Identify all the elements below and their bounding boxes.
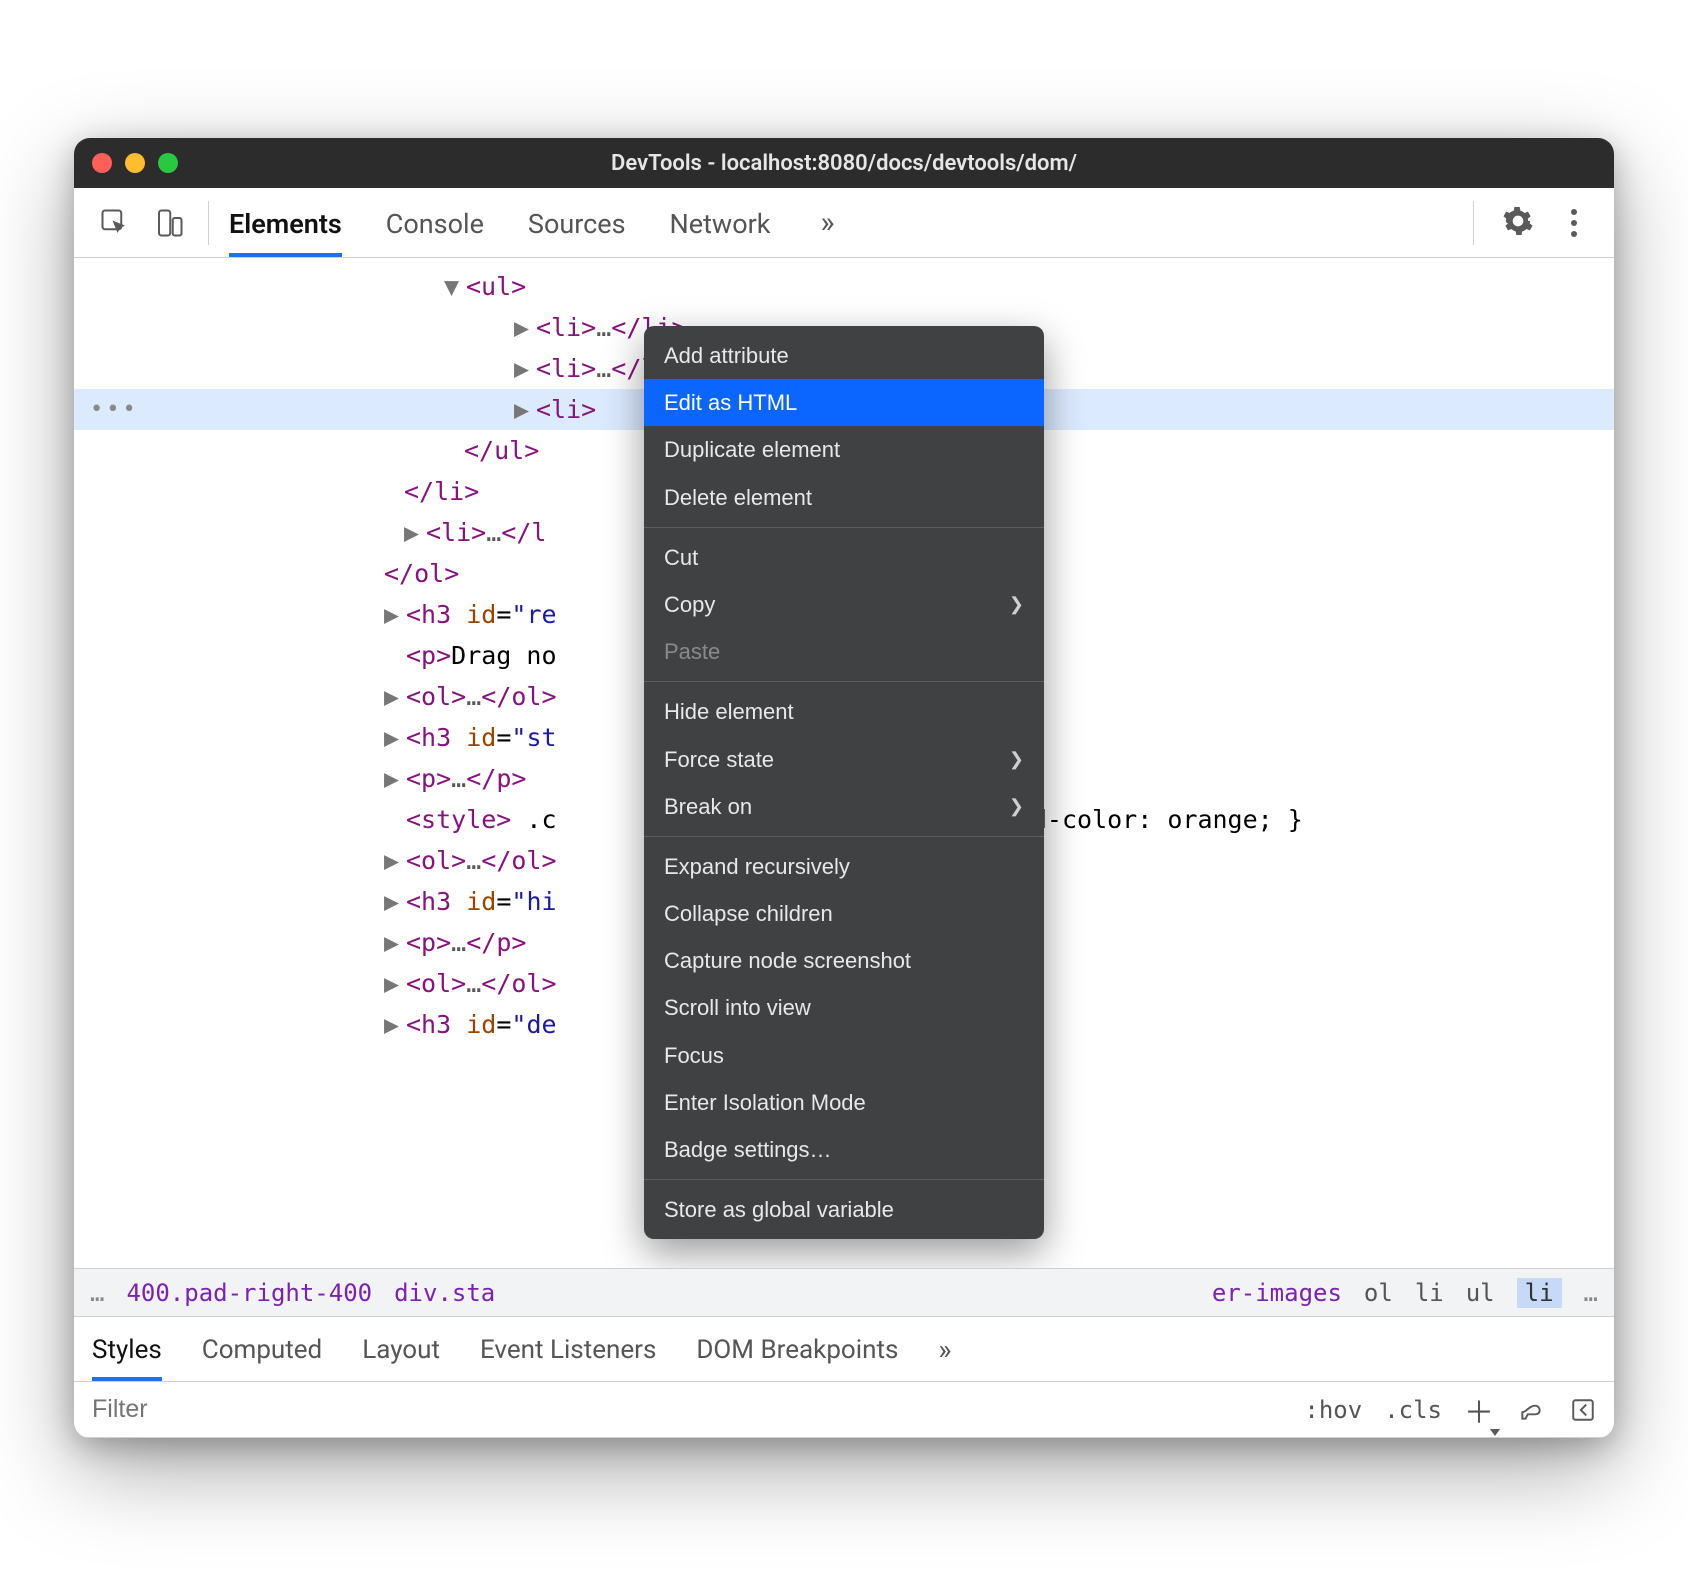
styles-filter-actions: :hov .cls ＋	[1288, 1388, 1614, 1432]
chevron-right-icon: ❯	[1009, 590, 1024, 619]
context-menu-item: Paste	[644, 628, 1044, 675]
breadcrumb-item[interactable]: div.sta	[394, 1279, 495, 1307]
context-menu-separator	[644, 527, 1044, 528]
minimize-window-button[interactable]	[125, 153, 145, 173]
tab-computed[interactable]: Computed	[202, 1318, 322, 1381]
context-menu-item[interactable]: Break on ❯	[644, 783, 1044, 830]
breadcrumb[interactable]: … 400.pad-right-400 div.sta er-images ol…	[74, 1268, 1614, 1316]
context-menu-label: Collapse children	[664, 896, 833, 931]
tree-row[interactable]: ▼<ul>	[74, 266, 1614, 307]
main-toolbar: Elements Console Sources Network »	[74, 188, 1614, 258]
context-menu-item[interactable]: Copy ❯	[644, 581, 1044, 628]
maximize-window-button[interactable]	[158, 153, 178, 173]
breadcrumb-overflow-right[interactable]: …	[1584, 1279, 1598, 1307]
context-menu-label: Force state	[664, 742, 774, 777]
breadcrumb-item[interactable]: li	[1415, 1279, 1444, 1307]
breadcrumb-overflow-left[interactable]: …	[90, 1279, 104, 1307]
styles-filter-input[interactable]	[74, 1395, 1288, 1424]
context-menu-label: Store as global variable	[664, 1192, 894, 1227]
breadcrumb-item[interactable]: ul	[1466, 1279, 1495, 1307]
context-menu-label: Expand recursively	[664, 849, 850, 884]
device-toolbar-icon[interactable]	[154, 208, 184, 238]
context-menu-item[interactable]: Cut	[644, 534, 1044, 581]
context-menu-label: Badge settings…	[664, 1132, 832, 1167]
tab-event-listeners[interactable]: Event Listeners	[480, 1318, 656, 1381]
tab-layout[interactable]: Layout	[362, 1318, 440, 1381]
context-menu-item[interactable]: Enter Isolation Mode	[644, 1079, 1044, 1126]
tab-console[interactable]: Console	[386, 190, 484, 257]
context-menu-item[interactable]: Add attribute	[644, 332, 1044, 379]
context-menu-item[interactable]: Scroll into view	[644, 984, 1044, 1031]
styles-panel-tabs: Styles Computed Layout Event Listeners D…	[74, 1316, 1614, 1382]
dom-tree[interactable]: ▼<ul> ▶<li>…</li> ▶<li>…</li> •••▶<li> <…	[74, 258, 1614, 1268]
chevron-right-icon: ❯	[1009, 792, 1024, 821]
paint-brush-icon[interactable]	[1516, 1395, 1546, 1425]
toolbar-separator-right	[1473, 201, 1474, 245]
context-menu-label: Add attribute	[664, 338, 789, 373]
tab-styles[interactable]: Styles	[92, 1318, 162, 1381]
context-menu-label: Break on	[664, 789, 752, 824]
context-menu-label: Scroll into view	[664, 990, 811, 1025]
context-menu-label: Hide element	[664, 694, 794, 729]
context-menu-item[interactable]: Delete element	[644, 474, 1044, 521]
context-menu-label: Duplicate element	[664, 432, 840, 467]
new-style-rule-icon[interactable]: ＋	[1464, 1388, 1494, 1432]
styles-filter-row: :hov .cls ＋	[74, 1382, 1614, 1438]
more-options-icon[interactable]	[1558, 207, 1590, 239]
selected-row-gutter: •••	[90, 392, 139, 427]
tab-dom-breakpoints[interactable]: DOM Breakpoints	[696, 1318, 898, 1381]
context-menu-item[interactable]: Force state ❯	[644, 736, 1044, 783]
context-menu-item[interactable]: Edit as HTML	[644, 379, 1044, 426]
context-menu-label: Edit as HTML	[664, 385, 797, 420]
cls-toggle[interactable]: .cls	[1384, 1396, 1442, 1424]
window-controls	[92, 153, 178, 173]
context-menu-label: Enter Isolation Mode	[664, 1085, 866, 1120]
context-menu-item[interactable]: Store as global variable	[644, 1186, 1044, 1233]
context-menu-item[interactable]: Badge settings…	[644, 1126, 1044, 1173]
context-menu-separator	[644, 836, 1044, 837]
context-menu-item[interactable]: Hide element	[644, 688, 1044, 735]
tab-sources[interactable]: Sources	[528, 190, 626, 257]
breadcrumb-item-selected[interactable]: li	[1517, 1278, 1562, 1308]
window-title: DevTools - localhost:8080/docs/devtools/…	[74, 151, 1614, 176]
context-menu-separator	[644, 1179, 1044, 1180]
context-menu-item[interactable]: Capture node screenshot	[644, 937, 1044, 984]
context-menu-item[interactable]: Duplicate element	[644, 426, 1044, 473]
panel-tabs-overflow[interactable]: »	[938, 1333, 951, 1366]
close-window-button[interactable]	[92, 153, 112, 173]
context-menu-label: Cut	[664, 540, 698, 575]
context-menu: Add attribute Edit as HTML Duplicate eleme…	[644, 326, 1044, 1239]
panel-tabs: Elements Console Sources Network »	[229, 188, 1469, 257]
breadcrumb-item[interactable]: ol	[1364, 1279, 1393, 1307]
toolbar-right	[1469, 201, 1604, 245]
settings-icon[interactable]	[1502, 205, 1534, 241]
tab-network[interactable]: Network	[670, 190, 771, 257]
context-menu-label: Capture node screenshot	[664, 943, 911, 978]
devtools-window: DevTools - localhost:8080/docs/devtools/…	[74, 138, 1614, 1438]
hov-toggle[interactable]: :hov	[1304, 1396, 1362, 1424]
toolbar-separator	[208, 201, 209, 245]
context-menu-item[interactable]: Focus	[644, 1032, 1044, 1079]
chevron-right-icon: ❯	[1009, 745, 1024, 774]
context-menu-item[interactable]: Collapse children	[644, 890, 1044, 937]
inspect-tools	[84, 188, 194, 257]
computed-panel-toggle-icon[interactable]	[1568, 1395, 1598, 1425]
breadcrumb-item[interactable]: 400.pad-right-400	[126, 1279, 372, 1307]
context-menu-separator	[644, 681, 1044, 682]
tabs-overflow[interactable]: »	[814, 205, 840, 240]
titlebar: DevTools - localhost:8080/docs/devtools/…	[74, 138, 1614, 188]
breadcrumb-item[interactable]: er-images	[1212, 1279, 1342, 1307]
context-menu-label: Delete element	[664, 480, 812, 515]
tab-elements[interactable]: Elements	[229, 190, 342, 257]
inspect-element-icon[interactable]	[100, 208, 130, 238]
context-menu-label: Focus	[664, 1038, 724, 1073]
context-menu-item[interactable]: Expand recursively	[644, 843, 1044, 890]
context-menu-label: Copy	[664, 587, 715, 622]
context-menu-label: Paste	[664, 634, 720, 669]
